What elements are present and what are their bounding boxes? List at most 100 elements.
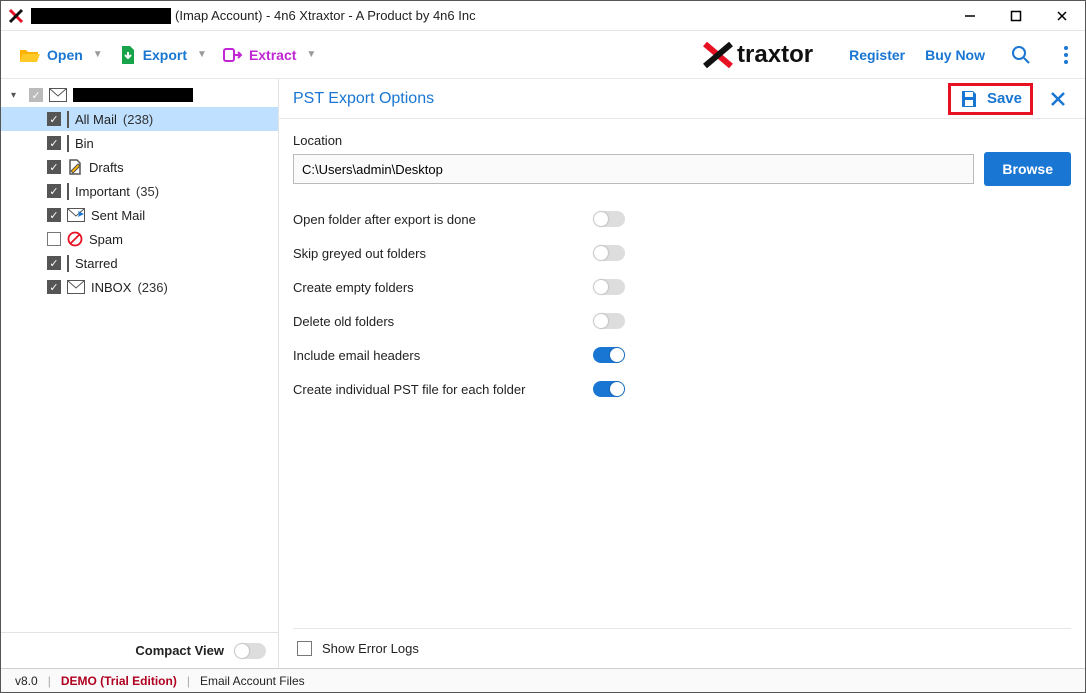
option-toggle[interactable] [593,347,625,363]
option-toggle[interactable] [593,381,625,397]
folder-name: Starred [75,256,118,271]
tree-item[interactable]: Sent Mail [1,203,278,227]
show-error-logs-row[interactable]: Show Error Logs [293,628,1071,668]
option-label: Include email headers [293,348,593,363]
checkbox[interactable] [47,208,61,222]
version-label: v8.0 [15,674,38,688]
tree-item[interactable]: Bin [1,131,278,155]
save-button[interactable]: Save [948,83,1033,115]
folder-open-icon [19,46,41,64]
chevron-down-icon: ▼ [197,49,207,60]
option-row: Create individual PST file for each fold… [293,372,1071,406]
option-label: Create empty folders [293,280,593,295]
folder-icon [67,136,69,151]
compact-view-label: Compact View [135,643,224,658]
file-export-icon [119,45,137,65]
checkbox[interactable] [47,136,61,150]
option-toggle[interactable] [593,211,625,227]
option-label: Delete old folders [293,314,593,329]
option-row: Create empty folders [293,270,1071,304]
tree-item[interactable]: All Mail (238) [1,107,278,131]
app-logo-icon [7,7,25,25]
folder-count: (35) [136,184,159,199]
tree-item[interactable]: Starred [1,251,278,275]
status-bar: v8.0 | DEMO (Trial Edition) | Email Acco… [1,668,1085,692]
browse-button[interactable]: Browse [984,152,1071,186]
folder-count: (238) [123,112,153,127]
option-label: Create individual PST file for each fold… [293,382,593,397]
folder-tree: ▾ All Mail (238) Bin Drafts Important (35) S… [1,79,278,632]
folder-name: Bin [75,136,94,151]
edition-label: DEMO (Trial Edition) [61,674,177,688]
compact-view-toggle[interactable] [234,643,266,659]
checkbox[interactable] [29,88,43,102]
minimize-button[interactable] [947,1,993,31]
panel-header: PST Export Options Save [279,79,1085,119]
tree-item[interactable]: INBOX (236) [1,275,278,299]
titlebar: (Imap Account) - 4n6 Xtraxtor - A Produc… [1,1,1085,31]
close-button[interactable] [1039,1,1085,31]
window-title: (Imap Account) - 4n6 Xtraxtor - A Produc… [175,8,476,23]
checkbox[interactable] [47,280,61,294]
location-label: Location [293,133,1071,148]
option-toggle[interactable] [593,279,625,295]
checkbox[interactable] [47,184,61,198]
account-name-redacted [31,8,171,24]
extract-icon [223,46,243,64]
buy-now-link[interactable]: Buy Now [925,47,985,63]
checkbox[interactable] [47,256,61,270]
location-input[interactable] [293,154,974,184]
folder-icon [67,256,69,271]
option-row: Open folder after export is done [293,202,1071,236]
tree-item[interactable]: Drafts [1,155,278,179]
mode-label: Email Account Files [200,674,305,688]
close-panel-icon[interactable] [1045,90,1071,108]
window-controls [947,1,1085,31]
checkbox[interactable] [47,112,61,126]
search-icon[interactable] [1005,41,1037,69]
toolbar: Open ▼ Export ▼ Extract ▼ traxtor Regist… [1,31,1085,79]
checkbox[interactable] [297,641,312,656]
more-menu-icon[interactable] [1057,41,1075,69]
brand-text: traxtor [737,41,813,68]
maximize-button[interactable] [993,1,1039,31]
folder-icon [67,208,85,222]
export-label: Export [143,47,187,63]
compact-view-bar: Compact View [1,632,278,668]
mail-icon [49,88,67,102]
tree-root-row[interactable]: ▾ [1,83,278,107]
folder-icon [67,159,83,175]
chevron-down-icon: ▼ [306,49,316,60]
extract-label: Extract [249,47,296,63]
folder-tree-sidebar: ▾ All Mail (238) Bin Drafts Important (35) S… [1,79,279,668]
export-options-panel: PST Export Options Save Location Browse [279,79,1085,668]
folder-icon [67,112,69,127]
extract-menu[interactable]: Extract ▼ [215,42,324,68]
folder-name: All Mail [75,112,117,127]
register-link[interactable]: Register [849,47,905,63]
brand-logo: traxtor [703,41,813,69]
checkbox[interactable] [47,232,61,246]
option-toggle[interactable] [593,313,625,329]
option-row: Include email headers [293,338,1071,372]
show-error-logs-label: Show Error Logs [322,641,419,656]
folder-name: Spam [89,232,123,247]
account-name-redacted [73,88,193,102]
folder-count: (236) [137,280,167,295]
option-label: Open folder after export is done [293,212,593,227]
open-label: Open [47,47,83,63]
checkbox[interactable] [47,160,61,174]
tree-item[interactable]: Spam [1,227,278,251]
collapse-icon[interactable]: ▾ [11,90,23,101]
folder-name: Drafts [89,160,124,175]
panel-title: PST Export Options [293,90,434,108]
folder-icon [67,184,69,199]
option-toggle[interactable] [593,245,625,261]
option-label: Skip greyed out folders [293,246,593,261]
open-menu[interactable]: Open ▼ [11,42,111,68]
folder-name: Sent Mail [91,208,145,223]
save-label: Save [987,90,1022,107]
export-menu[interactable]: Export ▼ [111,41,215,69]
tree-item[interactable]: Important (35) [1,179,278,203]
option-row: Skip greyed out folders [293,236,1071,270]
